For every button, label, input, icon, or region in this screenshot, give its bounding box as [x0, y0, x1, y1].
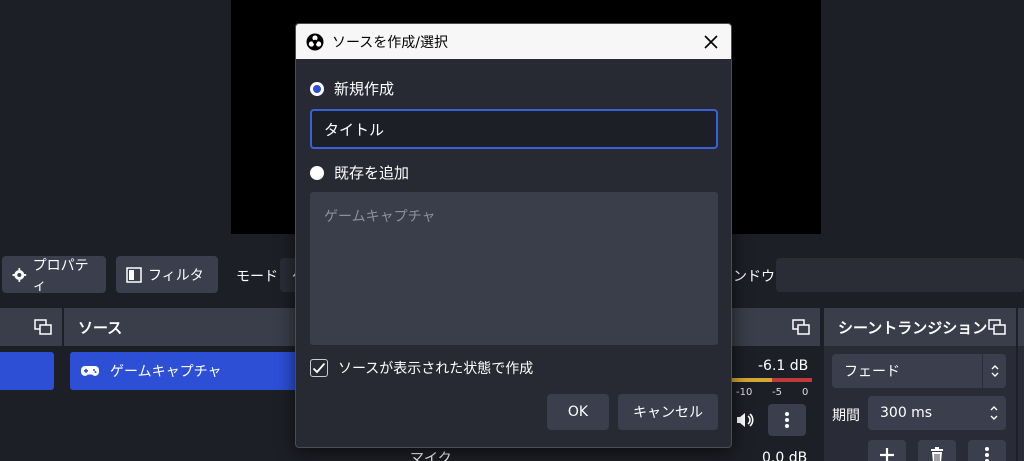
- spin-arrows-icon[interactable]: [982, 396, 1006, 430]
- sources-dock-header: ソース: [64, 308, 304, 346]
- filters-button[interactable]: フィルタ: [116, 256, 218, 293]
- float-icon[interactable]: [34, 319, 52, 335]
- dialog-titlebar: ソースを作成/選択: [296, 24, 731, 59]
- channel-2-db: 0.0 dB: [762, 450, 808, 461]
- sources-dock-title: ソース: [78, 318, 123, 337]
- add-existing-radio[interactable]: [310, 165, 324, 180]
- transition-value: フェード: [844, 364, 900, 380]
- gamepad-icon: [81, 366, 99, 376]
- duration-label: 期間: [832, 408, 860, 424]
- add-existing-label: 既存を追加: [334, 164, 410, 182]
- scenes-dock: [0, 308, 62, 461]
- scene-item[interactable]: [0, 352, 54, 390]
- duration-spinbox[interactable]: 300 ms: [868, 396, 1006, 430]
- close-icon[interactable]: [701, 32, 721, 52]
- list-item: ゲームキャプチャ: [324, 209, 436, 225]
- gear-icon: [12, 267, 27, 282]
- source-item-game-capture[interactable]: ゲームキャプチャ: [70, 352, 300, 390]
- more-vertical-icon: [785, 412, 789, 428]
- sources-dock: ソース ゲームキャプチャ: [64, 308, 304, 461]
- existing-sources-list: ゲームキャプチャ: [310, 192, 718, 345]
- scenes-dock-header: [0, 308, 62, 346]
- create-new-label: 新規作成: [334, 80, 395, 98]
- level-meter-red: [772, 378, 812, 382]
- source-item-label: ゲームキャプチャ: [110, 364, 222, 380]
- create-new-radio[interactable]: [310, 81, 324, 96]
- dialog-title: ソースを作成/選択: [332, 34, 449, 51]
- channel-menu-button[interactable]: [768, 404, 806, 436]
- float-icon[interactable]: [792, 319, 810, 335]
- checkmark-icon: [312, 362, 326, 374]
- transition-menu-button[interactable]: [968, 440, 1006, 461]
- plus-icon: [880, 448, 894, 461]
- scale-tick: 0: [802, 387, 809, 398]
- cancel-button[interactable]: キャンセル: [618, 394, 718, 430]
- transitions-dock-title: シーントランジション: [838, 318, 988, 337]
- create-new-option[interactable]: 新規作成: [310, 78, 394, 99]
- window-label: ンドウ: [733, 269, 775, 285]
- mode-label: モード: [236, 269, 278, 285]
- scale-tick: -10: [736, 387, 753, 398]
- channel-1-db: -6.1 dB: [758, 358, 809, 374]
- controls-dock-header: [1018, 308, 1024, 346]
- float-icon[interactable]: [988, 319, 1006, 335]
- obs-logo-icon: [306, 33, 324, 50]
- more-vertical-icon: [985, 447, 989, 461]
- level-meter-yellow: [732, 378, 772, 382]
- add-existing-option[interactable]: 既存を追加: [310, 162, 409, 183]
- channel-2-name: マイク: [410, 451, 452, 461]
- trash-icon: [931, 447, 943, 461]
- controls-dock-edge: [1018, 308, 1024, 461]
- remove-transition-button[interactable]: [918, 440, 956, 461]
- scenes-list: [0, 346, 62, 461]
- filters-label: フィルタ: [148, 267, 204, 284]
- visible-checkbox[interactable]: [310, 359, 328, 377]
- ok-button[interactable]: OK: [547, 394, 609, 430]
- transitions-dock-header: シーントランジション: [824, 308, 1016, 346]
- sources-list: ゲームキャプチャ: [64, 346, 304, 461]
- properties-button[interactable]: プロパティ: [2, 256, 106, 294]
- speaker-icon[interactable]: [734, 410, 754, 430]
- create-select-source-dialog: ソースを作成/選択 新規作成 既存を追加 ゲームキャプチャ ソースが表示された状…: [295, 23, 732, 448]
- scale-tick: -5: [772, 387, 782, 398]
- properties-label: プロパティ: [32, 257, 89, 294]
- duration-value: 300 ms: [880, 405, 933, 421]
- source-name-input[interactable]: [310, 109, 718, 149]
- add-transition-button[interactable]: [868, 440, 906, 461]
- filter-icon: [126, 266, 142, 283]
- scene-transitions-dock: シーントランジション フェード 期間 300 ms: [824, 308, 1016, 461]
- window-select[interactable]: [776, 258, 1024, 292]
- visible-option[interactable]: ソースが表示された状態で作成: [310, 358, 533, 378]
- transition-select[interactable]: フェード: [832, 354, 1006, 388]
- visible-checkbox-label: ソースが表示された状態で作成: [338, 361, 534, 377]
- updown-arrow-icon: [982, 354, 1006, 388]
